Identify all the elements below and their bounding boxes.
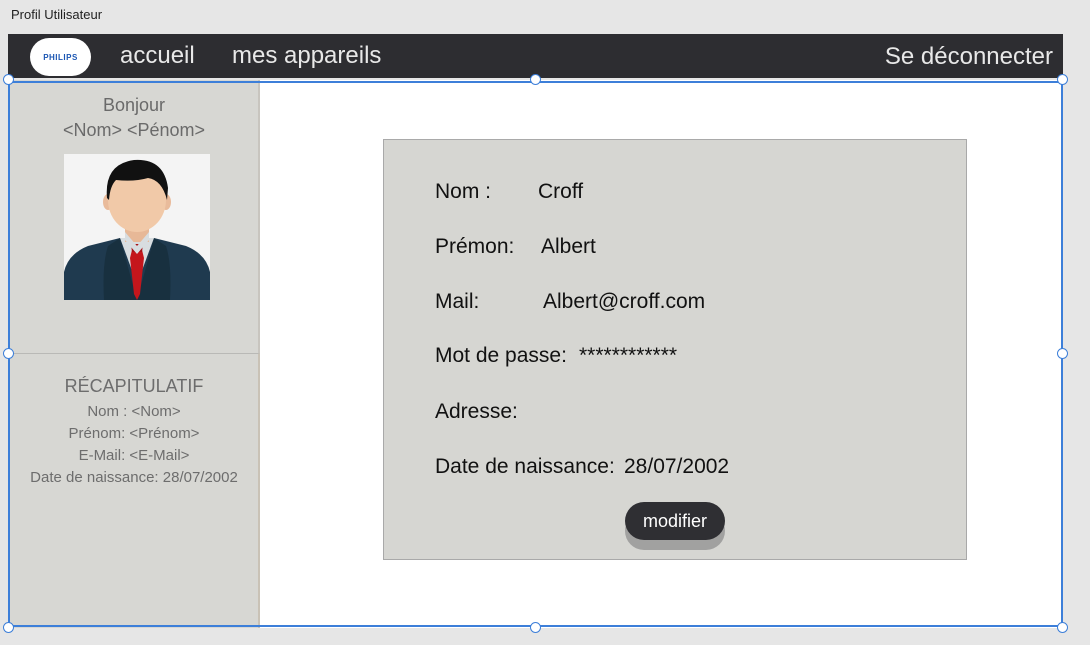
password-label: Mot de passe: [435, 344, 567, 367]
edit-profile-button[interactable]: modifier [625, 502, 725, 540]
resize-handle-top-left[interactable] [3, 74, 14, 85]
address-label: Adresse: [435, 400, 518, 423]
avatar [64, 154, 210, 300]
logout-link[interactable]: Se déconnecter [885, 43, 1053, 71]
philips-logo[interactable]: PHILIPS [30, 38, 91, 76]
greeting-text: Bonjour [102, 95, 166, 115]
user-greeting-panel: Bonjour <Nom> <Pénom> [8, 80, 260, 353]
recap-panel: RÉCAPITULATIF Nom : <Nom> Prénom: <Préno… [8, 353, 260, 628]
recap-email: E-Mail: <E-Mail> [78, 447, 190, 464]
resize-handle-bottom-left[interactable] [3, 622, 14, 633]
logo-text: PHILIPS [43, 52, 78, 62]
recap-title: RÉCAPITULATIF [64, 376, 204, 396]
resize-handle-right[interactable] [1057, 348, 1068, 359]
birthdate-label: Date de naissance: [435, 455, 615, 478]
user-avatar-icon [64, 154, 210, 300]
password-value: ************ [579, 344, 678, 367]
first-name-label: Prémon: [435, 235, 515, 258]
resize-handle-left[interactable] [3, 348, 14, 359]
first-name-value: Albert [541, 235, 596, 258]
profile-frame: Bonjour <Nom> <Pénom> RÉCAPITULATIF Nom … [8, 80, 1063, 628]
last-name-value: Croff [538, 180, 584, 203]
nav-link-home[interactable]: accueil [120, 42, 195, 70]
recap-name: Nom : <Nom> [87, 403, 181, 420]
email-value: Albert@croff.com [543, 290, 706, 313]
top-navbar: PHILIPS accueil mes appareils Se déconne… [8, 34, 1063, 78]
resize-handle-top-right[interactable] [1057, 74, 1068, 85]
profile-details-card: Nom : Croff Prémon: Albert Mail: Albert@… [383, 139, 967, 560]
window-title: Profil Utilisateur [11, 7, 103, 22]
user-name-placeholder: <Nom> <Pénom> [62, 120, 206, 140]
recap-firstname: Prénom: <Prénom> [68, 425, 200, 442]
resize-handle-bottom-right[interactable] [1057, 622, 1068, 633]
email-label: Mail: [435, 290, 480, 313]
last-name-label: Nom : [435, 180, 492, 203]
nav-link-devices[interactable]: mes appareils [232, 42, 381, 70]
birthdate-value: 28/07/2002 [624, 455, 730, 478]
resize-handle-top[interactable] [530, 74, 541, 85]
resize-handle-bottom[interactable] [530, 622, 541, 633]
recap-birthdate: Date de naissance: 28/07/2002 [30, 469, 238, 486]
